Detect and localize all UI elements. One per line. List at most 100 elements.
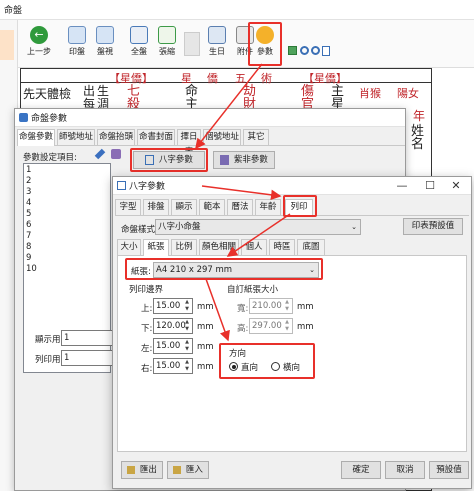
- width-spinner[interactable]: ▲ ▼: [282, 299, 292, 313]
- params-list-item[interactable]: 6: [26, 220, 108, 231]
- margin-left-input[interactable]: 15.00 ▲ ▼: [153, 338, 193, 354]
- print-chart-button[interactable]: 印盤: [62, 24, 92, 64]
- height-input[interactable]: 297.00 ▲ ▼: [249, 318, 293, 334]
- back-button-label: 上一步: [27, 47, 51, 56]
- bazi-titlebar: 八字參數 — ☐ ✕: [113, 177, 471, 195]
- subtab-personal[interactable]: 個人: [241, 239, 267, 255]
- subtab-colors[interactable]: 顏色相關: [199, 239, 239, 255]
- tab-other-label: 其它: [247, 132, 265, 142]
- tools-icon[interactable]: [111, 149, 121, 159]
- main-titlebar: 命盤: [0, 0, 474, 20]
- bazi-app-icon: [117, 181, 126, 190]
- params-list-item[interactable]: 2: [26, 176, 108, 187]
- params-list-item[interactable]: 8: [26, 242, 108, 253]
- main-window-title: 命盤: [4, 6, 23, 16]
- import-button[interactable]: 匯入: [167, 461, 209, 479]
- print-tab-highlight: [283, 195, 317, 217]
- print-preset-label: 印表預設值: [411, 221, 455, 231]
- tab-other[interactable]: 其它: [243, 129, 269, 145]
- margin-top-input[interactable]: 15.00 ▲ ▼: [153, 298, 193, 314]
- edit-pen-icon[interactable]: [94, 148, 106, 160]
- ziwei-params-button[interactable]: 紫非參數: [213, 151, 275, 169]
- display-label: 顯示用:: [35, 335, 64, 345]
- margin-right-spinner[interactable]: ▲ ▼: [182, 359, 192, 373]
- params-list-item[interactable]: 1: [26, 165, 108, 176]
- margin-right-input[interactable]: 15.00 ▲ ▼: [153, 358, 193, 374]
- params-list-item[interactable]: 10: [26, 264, 108, 275]
- tab-chart-header[interactable]: 命盤抬頭: [97, 129, 135, 145]
- cancel-button[interactable]: 取消: [385, 461, 425, 479]
- subtab-ratio-label: 比例: [175, 242, 193, 252]
- params-list-item[interactable]: 9: [26, 253, 108, 264]
- height-value: 297.00: [252, 321, 282, 331]
- margin-bottom-input[interactable]: 120.00 ▲ ▼: [153, 318, 193, 334]
- birthday-icon: [208, 26, 226, 44]
- print-preset-button[interactable]: 印表預設值: [403, 218, 463, 235]
- tab-book-cover[interactable]: 命書封面: [137, 129, 175, 145]
- tab-date-table[interactable]: 擇日表: [177, 129, 201, 157]
- params-list-item[interactable]: 3: [26, 187, 108, 198]
- bazi-subtabbar: 大小 紙張 比例 顏色相關 個人 時區 底圖: [117, 239, 467, 256]
- params-list-items: 1 2 3 4 5 6 7 8 9 10: [24, 164, 110, 276]
- chart-view-button[interactable]: 盤視: [90, 24, 120, 64]
- import-label: 匯入: [185, 465, 203, 475]
- margin-bottom-spinner[interactable]: ▲ ▼: [182, 319, 192, 333]
- back-button[interactable]: ← 上一步: [24, 24, 54, 64]
- zoom-out-icon: [311, 46, 320, 55]
- margin-bottom-label: 下:: [141, 324, 153, 334]
- maximize-icon[interactable]: ☐: [417, 177, 443, 195]
- subtab-background[interactable]: 底圖: [297, 239, 325, 255]
- left-panel-highlight: [0, 30, 14, 60]
- tab-personal-address[interactable]: 個號地址: [203, 129, 241, 145]
- params-list-label: 參數設定項目:: [23, 153, 77, 163]
- close-icon[interactable]: ✕: [443, 177, 469, 195]
- subtab-ratio[interactable]: 比例: [171, 239, 197, 255]
- subtab-background-label: 底圖: [302, 242, 320, 252]
- tab-personal-address-label: 個號地址: [204, 132, 239, 142]
- tab-font[interactable]: 字型: [115, 199, 141, 215]
- subtab-paper[interactable]: 紙張: [143, 239, 169, 256]
- width-label: 寬:: [237, 304, 249, 314]
- tab-chart-header-label: 命盤抬頭: [98, 132, 133, 142]
- tab-layout[interactable]: 排盤: [143, 199, 169, 215]
- print-chart-label: 印盤: [69, 47, 85, 56]
- chart-view-label: 盤視: [97, 47, 113, 56]
- params-list-item[interactable]: 4: [26, 198, 108, 209]
- expand-icon: [158, 26, 176, 44]
- params-app-icon: [19, 113, 28, 122]
- bazi-window: 八字參數 — ☐ ✕ 字型 排盤 顯示 範本 曆法 年齡 列印 命盤樣式: 八字…: [112, 176, 472, 489]
- subtab-paper-label: 紙張: [147, 242, 165, 252]
- params-list-item[interactable]: 5: [26, 209, 108, 220]
- chevron-down-icon: ⌄: [351, 223, 357, 231]
- image-icon: [288, 46, 297, 55]
- tab-master-address[interactable]: 師號地址: [57, 129, 95, 145]
- export-button[interactable]: 匯出: [121, 461, 163, 479]
- full-chart-button[interactable]: 全盤: [124, 24, 154, 64]
- default-button[interactable]: 預設值: [429, 461, 469, 479]
- zoom-tools[interactable]: [288, 46, 332, 58]
- tab-template[interactable]: 範本: [199, 199, 225, 215]
- tab-age[interactable]: 年齡: [255, 199, 281, 215]
- expand-button[interactable]: 張縮: [152, 24, 182, 64]
- tab-calendar[interactable]: 曆法: [227, 199, 253, 215]
- height-spinner[interactable]: ▲ ▼: [282, 319, 292, 333]
- chart-style-select[interactable]: 八字小命盤 ⌄: [155, 219, 361, 235]
- margin-left-spinner[interactable]: ▲ ▼: [182, 339, 192, 353]
- margin-top-spinner[interactable]: ▲ ▼: [182, 299, 192, 313]
- tab-display[interactable]: 顯示: [171, 199, 197, 215]
- birthday-button[interactable]: 生日: [202, 24, 232, 64]
- minimize-icon[interactable]: —: [389, 177, 415, 195]
- subtab-personal-label: 個人: [245, 242, 263, 252]
- direction-highlight: [219, 343, 315, 379]
- subtab-timezone-label: 時區: [273, 242, 291, 252]
- width-input[interactable]: 210.00 ▲ ▼: [249, 298, 293, 314]
- params-list-item[interactable]: 7: [26, 231, 108, 242]
- subtab-timezone[interactable]: 時區: [269, 239, 295, 255]
- ok-button[interactable]: 確定: [341, 461, 381, 479]
- print-select-value: 1: [64, 353, 70, 363]
- display-select-value: 1: [64, 333, 70, 343]
- export-icon: [127, 465, 136, 474]
- subtab-size[interactable]: 大小: [117, 239, 141, 255]
- tab-chart-params[interactable]: 命盤參數: [17, 129, 55, 146]
- margin-top-value: 15.00: [156, 301, 181, 311]
